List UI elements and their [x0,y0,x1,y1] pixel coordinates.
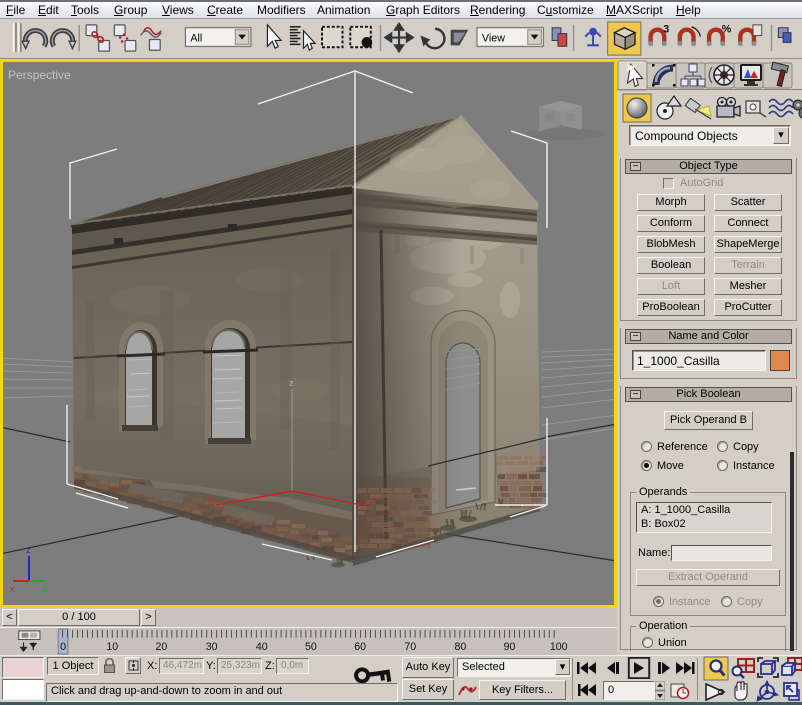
svg-text:Perspective: Perspective [8,68,71,82]
svg-text:View: View [482,32,505,44]
svg-text:70: 70 [404,641,416,653]
svg-text:x: x [10,584,15,594]
svg-text:y: y [369,496,374,506]
svg-text:30: 30 [206,641,218,653]
svg-text:90: 90 [504,641,516,653]
svg-text:50: 50 [305,641,317,653]
svg-text:3: 3 [663,24,669,36]
svg-text:20: 20 [156,641,168,653]
svg-text:z: z [289,378,294,388]
svg-text:%: % [722,24,732,36]
svg-text:80: 80 [454,641,466,653]
svg-text:All: All [190,32,202,44]
svg-text:60: 60 [354,641,366,653]
svg-text:0: 0 [60,641,66,653]
svg-text:100: 100 [550,641,568,653]
svg-text:y: y [43,584,48,594]
svg-text:10: 10 [106,641,118,653]
svg-text:x: x [208,494,213,504]
svg-text:z: z [26,545,31,555]
svg-text:40: 40 [256,641,268,653]
